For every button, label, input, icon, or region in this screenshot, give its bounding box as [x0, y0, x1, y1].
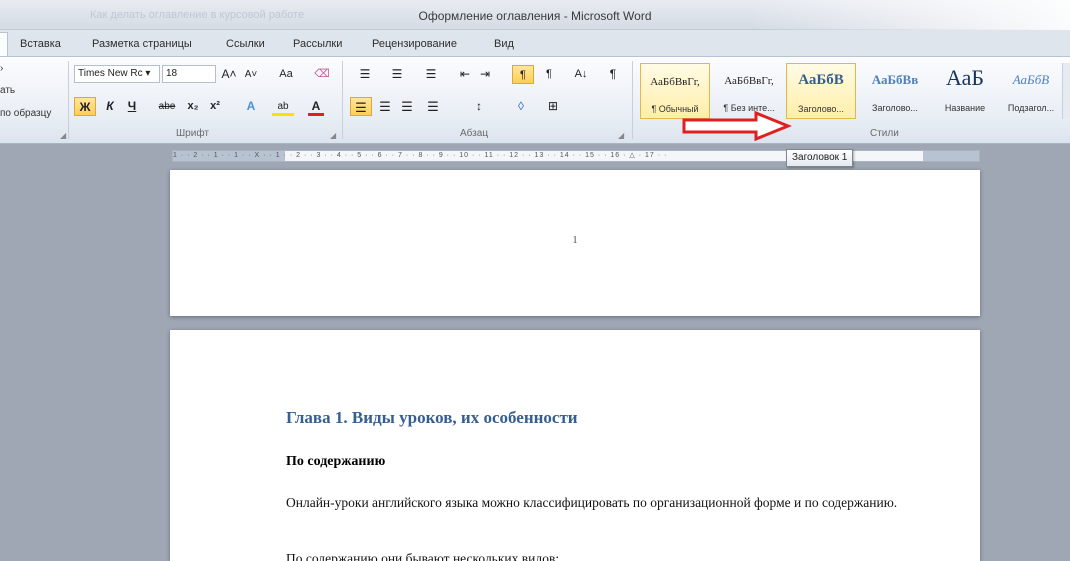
- page-number: 1: [572, 234, 578, 246]
- paragraph-group-label: Абзац: [460, 128, 489, 139]
- font-name-box[interactable]: Times New Rc ▾: [74, 65, 160, 83]
- paragraph-launcher-icon[interactable]: ◢: [618, 131, 624, 140]
- horizontal-ruler[interactable]: 1 · · 2 · · 1 · · 1 · · X · · 1 · · 2 · …: [172, 150, 980, 162]
- multilevel-list-icon[interactable]: ☰: [418, 65, 444, 84]
- format-painter-button[interactable]: по образцу: [0, 108, 51, 119]
- numbering-icon[interactable]: ☰: [384, 65, 410, 84]
- style-heading-2[interactable]: АаБбВв Заголово...: [860, 63, 930, 119]
- tab-review[interactable]: Рецензирование: [372, 38, 457, 50]
- tab-page-layout[interactable]: Разметка страницы: [92, 38, 192, 50]
- styles-gallery-scroll[interactable]: [1062, 63, 1070, 119]
- active-tab-edge: [0, 32, 8, 56]
- tab-insert[interactable]: Вставка: [20, 38, 61, 50]
- superscript-button[interactable]: x²: [206, 97, 224, 116]
- align-left-button[interactable]: ☰: [350, 97, 372, 116]
- body-paragraph[interactable]: Онлайн-уроки английского языка можно кла…: [286, 494, 936, 512]
- divider: [342, 61, 343, 139]
- italic-button[interactable]: К: [102, 97, 118, 116]
- style-heading-1[interactable]: АаБбВ Заголово...: [786, 63, 856, 119]
- font-group-label: Шрифт: [176, 128, 209, 139]
- clear-formatting-icon[interactable]: ⌫: [312, 65, 332, 84]
- clipboard-copy-fragment[interactable]: ать: [0, 85, 15, 96]
- ltr-direction-button[interactable]: ¶: [512, 65, 534, 84]
- ribbon-tabs: Вставка Разметка страницы Ссылки Рассылк…: [0, 30, 1070, 56]
- clipboard-cut-fragment[interactable]: ›: [0, 63, 3, 74]
- strikethrough-button[interactable]: abe: [156, 97, 178, 116]
- font-size-box[interactable]: 18: [162, 65, 216, 83]
- tab-mailings[interactable]: Рассылки: [293, 38, 342, 50]
- document-page-2[interactable]: Глава 1. Виды уроков, их особенности По …: [170, 330, 980, 561]
- style-title[interactable]: АаБ Название: [930, 63, 1000, 119]
- ruler-numbers: 1 · · 2 · · 1 · · 1 · · X · · 1 · · 2 · …: [173, 152, 668, 159]
- divider: [68, 61, 69, 139]
- divider: [632, 61, 633, 139]
- styles-group-label: Стили: [870, 128, 899, 139]
- chapter-heading[interactable]: Глава 1. Виды уроков, их особенности: [286, 408, 578, 428]
- decrease-indent-icon[interactable]: ⇤: [456, 65, 474, 84]
- ribbon: › ать по образцу ◢ Times New Rc ▾ 18 A˄ …: [0, 56, 1070, 144]
- highlight-color-icon[interactable]: ab: [272, 97, 294, 116]
- bullets-icon[interactable]: ☰: [352, 65, 378, 84]
- clipboard-launcher-icon[interactable]: ◢: [60, 131, 66, 140]
- show-marks-icon[interactable]: ¶: [604, 65, 622, 84]
- document-page-1[interactable]: 1: [170, 170, 980, 316]
- line-spacing-icon[interactable]: ↕: [466, 97, 492, 116]
- grow-font-button[interactable]: A˄: [220, 65, 238, 84]
- align-right-button[interactable]: ☰: [398, 97, 416, 116]
- sort-icon[interactable]: A↓: [570, 65, 592, 84]
- shading-icon[interactable]: ◊: [508, 97, 534, 116]
- borders-icon[interactable]: ⊞: [540, 97, 566, 116]
- text-effects-icon[interactable]: A: [242, 97, 260, 116]
- style-subtitle[interactable]: АаБбВ Подзагол...: [1000, 63, 1062, 119]
- change-case-button[interactable]: Aa: [274, 65, 298, 84]
- tab-view[interactable]: Вид: [494, 38, 514, 50]
- shrink-font-button[interactable]: A˅: [242, 65, 260, 84]
- align-center-button[interactable]: ☰: [376, 97, 394, 116]
- justify-button[interactable]: ☰: [420, 97, 446, 116]
- title-glow: [750, 0, 1070, 30]
- red-arrow-annotation: [682, 111, 792, 141]
- font-launcher-icon[interactable]: ◢: [330, 131, 336, 140]
- underline-button[interactable]: Ч: [124, 97, 140, 116]
- rtl-direction-button[interactable]: ¶: [540, 65, 558, 84]
- title-bar: Как делать оглавление в курсовой работе …: [0, 0, 1070, 30]
- subscript-button[interactable]: x₂: [184, 97, 202, 116]
- style-tooltip: Заголовок 1: [786, 149, 854, 167]
- tab-references[interactable]: Ссылки: [226, 38, 265, 50]
- font-color-icon[interactable]: A: [308, 97, 324, 116]
- bold-button[interactable]: Ж: [74, 97, 96, 116]
- section-heading[interactable]: По содержанию: [286, 454, 385, 470]
- increase-indent-icon[interactable]: ⇥: [476, 65, 494, 84]
- body-paragraph-cut[interactable]: По содержанию они бывают нескольких видо…: [286, 551, 559, 561]
